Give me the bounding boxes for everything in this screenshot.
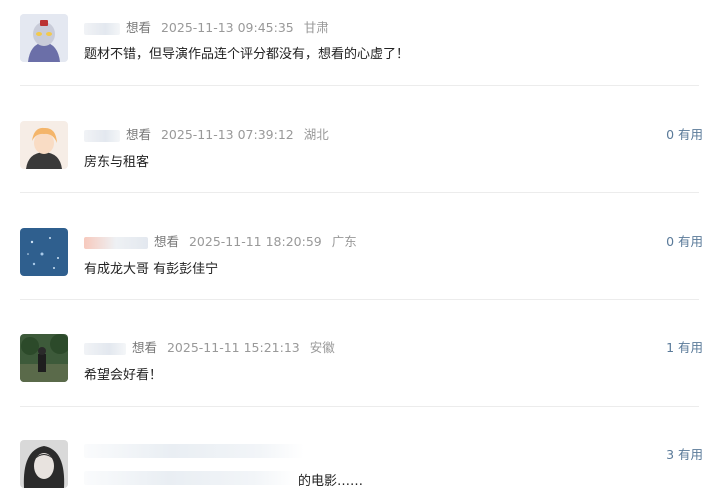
username-blurred[interactable] [84, 342, 126, 355]
useful-button[interactable]: 0 有用 [666, 124, 703, 143]
comment-location: 安徽 [309, 340, 335, 355]
avatar-image [20, 228, 68, 276]
comment-text: 题材不错，但导演作品连个评分都没有，想看的心虚了！ [84, 47, 410, 62]
avatar[interactable] [20, 334, 68, 382]
comment-meta: 想看 2025-11-13 09:45:35 甘肃 [84, 17, 329, 36]
comment-location: 甘肃 [303, 20, 329, 35]
comment-list: 想看 2025-11-13 09:45:35 甘肃 题材不错，但导演作品连个评分… [0, 0, 719, 504]
comment-time: 2025-11-11 18:20:59 [188, 234, 322, 249]
comment-location: 湖北 [303, 127, 329, 142]
comment-meta: 想看 2025-11-11 18:20:59 广东 [84, 231, 357, 250]
divider [20, 299, 699, 300]
username-blurred[interactable] [84, 236, 148, 249]
comment-item: 的电影…… 3 有用 [0, 424, 719, 504]
divider [20, 85, 699, 86]
username-blurred[interactable] [84, 444, 304, 458]
avatar[interactable] [20, 14, 68, 62]
comment-item: 想看 2025-11-11 18:20:59 广东 有成龙大哥 有彭彭佳宁 0 … [0, 212, 719, 318]
username-blurred[interactable] [84, 129, 120, 142]
avatar[interactable] [20, 440, 68, 488]
comment-text-blurred [84, 471, 296, 485]
comment-text: 有成龙大哥 有彭彭佳宁 [84, 262, 219, 277]
comment-text: 希望会好看！ [84, 368, 163, 383]
comment-meta: 想看 2025-11-13 07:39:12 湖北 [84, 124, 329, 143]
comment-meta: 想看 2025-11-11 15:21:13 安徽 [84, 337, 335, 356]
avatar-image [20, 334, 68, 382]
useful-button[interactable]: 0 有用 [666, 231, 703, 250]
comment-location: 广东 [331, 234, 357, 249]
comment-status: 想看 [131, 340, 157, 355]
avatar[interactable] [20, 228, 68, 276]
comment-status: 想看 [153, 234, 179, 249]
comment-item: 想看 2025-11-13 07:39:12 湖北 房东与租客 0 有用 [0, 106, 719, 212]
comment-time: 2025-11-13 09:45:35 [160, 20, 294, 35]
comment-item: 想看 2025-11-13 09:45:35 甘肃 题材不错，但导演作品连个评分… [0, 0, 719, 106]
username-blurred[interactable] [84, 22, 120, 35]
comment-text: 的电影…… [298, 474, 364, 489]
comment-item: 想看 2025-11-11 15:21:13 安徽 希望会好看！ 1 有用 [0, 318, 719, 424]
useful-button[interactable]: 1 有用 [666, 337, 703, 356]
comment-text: 房东与租客 [84, 155, 150, 170]
comment-time: 2025-11-13 07:39:12 [160, 127, 294, 142]
comment-time: 2025-11-11 15:21:13 [166, 340, 300, 355]
avatar-image [20, 14, 68, 62]
avatar-image [20, 440, 68, 488]
useful-button[interactable]: 3 有用 [666, 444, 703, 463]
comment-status: 想看 [125, 20, 151, 35]
avatar[interactable] [20, 121, 68, 169]
avatar-image [20, 121, 68, 169]
divider [20, 192, 699, 193]
comment-status: 想看 [125, 127, 151, 142]
divider [20, 406, 699, 407]
